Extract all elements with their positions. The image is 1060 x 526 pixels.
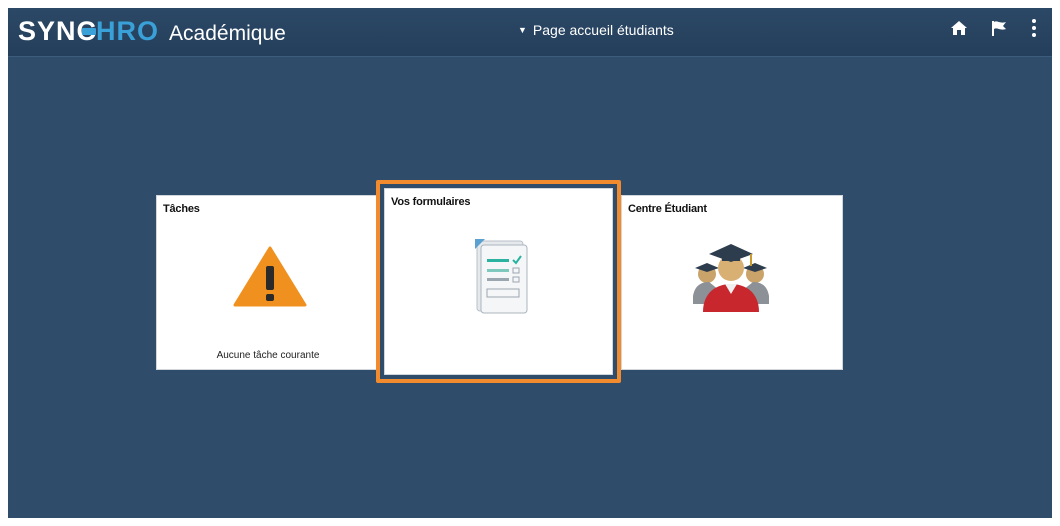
brand-logo[interactable]: SYN C HRO Académique <box>18 16 286 48</box>
app-window: SYN C HRO Académique ▼ Page accueil étud… <box>8 8 1052 518</box>
header-bar: SYN C HRO Académique ▼ Page accueil étud… <box>8 8 1052 57</box>
brand-subtitle: Académique <box>169 22 286 45</box>
warning-icon <box>233 246 307 313</box>
brand-syn: SYN <box>18 16 77 46</box>
tile-taches[interactable]: Tâches Aucune tâche courante <box>156 195 380 370</box>
page-nav-dropdown[interactable]: ▼ Page accueil étudiants <box>518 22 674 38</box>
tile-subtitle: Aucune tâche courante <box>216 350 320 361</box>
tile-title: Centre Étudiant <box>628 203 707 215</box>
caret-down-icon: ▼ <box>518 25 527 35</box>
home-icon[interactable] <box>950 19 968 37</box>
tile-centre-etudiant[interactable]: Centre Étudiant <box>621 195 843 370</box>
more-vert-icon[interactable] <box>1030 18 1038 38</box>
tile-title: Tâches <box>163 203 200 215</box>
selection-highlight <box>376 180 621 383</box>
graduate-icon <box>689 234 773 321</box>
flag-icon[interactable] <box>990 19 1008 37</box>
brand-hro: HRO <box>96 16 160 46</box>
header-actions <box>950 18 1038 38</box>
brand-c: C <box>76 16 97 46</box>
page-nav-label: Page accueil étudiants <box>532 22 674 38</box>
